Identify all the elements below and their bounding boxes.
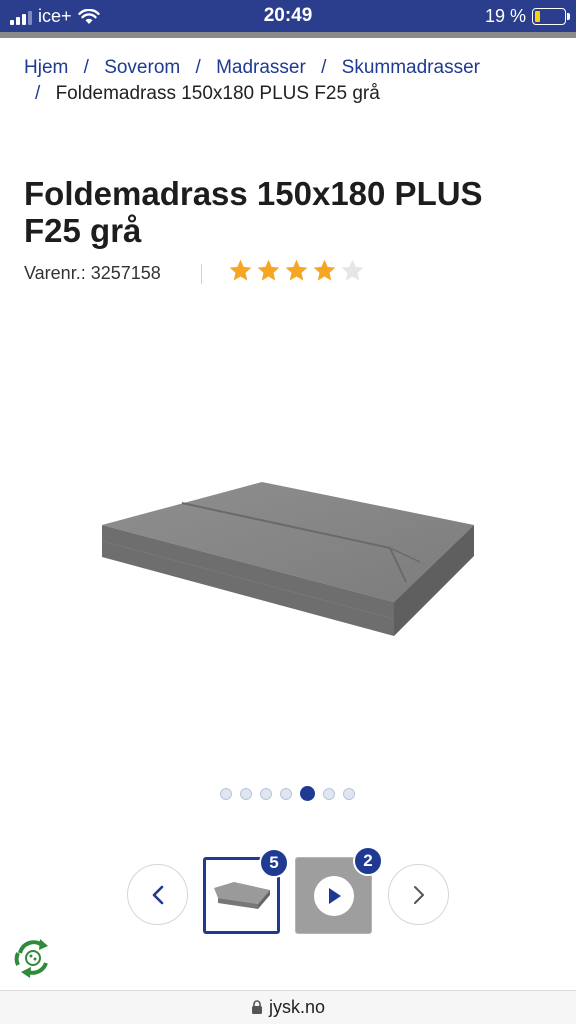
gallery-dot[interactable] bbox=[220, 787, 232, 800]
battery-icon bbox=[532, 8, 570, 25]
header-strip bbox=[0, 32, 576, 38]
status-bar: ice+ 20:49 19 % bbox=[0, 0, 576, 32]
breadcrumb-item-hjem[interactable]: Hjem bbox=[24, 57, 68, 78]
breadcrumb: Hjem / Soverom / Madrasser / Skummadrass… bbox=[24, 55, 554, 107]
star-filled-icon bbox=[229, 259, 252, 281]
image-count-badge: 5 bbox=[259, 848, 289, 878]
product-sku: Varenr.: 3257158 bbox=[24, 263, 161, 283]
url-domain: jysk.no bbox=[268, 997, 326, 1017]
star-filled-icon bbox=[313, 259, 336, 281]
gallery-prev-button[interactable] bbox=[127, 864, 188, 925]
breadcrumb-item-madrasser[interactable]: Madrasser bbox=[216, 57, 306, 78]
play-button[interactable] bbox=[314, 876, 354, 916]
gallery-dot[interactable] bbox=[280, 787, 292, 800]
product-image[interactable] bbox=[90, 470, 490, 650]
thumbnail-images[interactable]: 5 bbox=[203, 848, 289, 934]
browser-url-bar[interactable]: jysk.no bbox=[0, 990, 576, 1024]
chevron-left-icon bbox=[152, 885, 163, 904]
star-filled-icon bbox=[257, 259, 280, 281]
breadcrumb-line-2: / Foldemadrass 150x180 PLUS F25 grå bbox=[35, 81, 554, 107]
breadcrumb-separator: / bbox=[35, 83, 41, 104]
star-filled-icon bbox=[285, 259, 308, 281]
breadcrumb-current: Foldemadrass 150x180 PLUS F25 grå bbox=[55, 83, 380, 104]
breadcrumb-line-1: Hjem / Soverom / Madrasser / Skummadrass… bbox=[24, 55, 554, 81]
breadcrumb-separator: / bbox=[321, 57, 327, 78]
breadcrumb-item-soverom[interactable]: Soverom bbox=[104, 57, 180, 78]
breadcrumb-separator: / bbox=[83, 57, 89, 78]
battery-percent: 19 % bbox=[484, 6, 526, 26]
chevron-right-icon bbox=[413, 885, 424, 904]
thumbnail-video[interactable]: 2 bbox=[295, 846, 383, 934]
gallery-next-button[interactable] bbox=[388, 864, 449, 925]
gallery-dots bbox=[220, 786, 355, 801]
battery-fill bbox=[535, 11, 541, 22]
divider bbox=[201, 264, 202, 284]
play-icon bbox=[329, 888, 341, 904]
gallery-dot[interactable] bbox=[240, 787, 252, 800]
page-title: Foldemadrass 150x180 PLUS F25 grå bbox=[24, 175, 483, 249]
url-bar-content: jysk.no bbox=[0, 997, 576, 1018]
gallery-dot[interactable] bbox=[343, 787, 355, 800]
gallery-dot[interactable] bbox=[323, 787, 335, 800]
breadcrumb-item-skummadrasser[interactable]: Skummadrasser bbox=[342, 57, 480, 78]
video-count-badge: 2 bbox=[353, 846, 383, 876]
gallery-dot[interactable] bbox=[260, 787, 272, 800]
breadcrumb-separator: / bbox=[195, 57, 201, 78]
recycle-icon[interactable] bbox=[10, 935, 56, 981]
star-empty-icon bbox=[341, 259, 364, 281]
lock-icon bbox=[251, 1000, 262, 1014]
gallery-dot-active[interactable] bbox=[300, 786, 315, 801]
status-right: 19 % bbox=[484, 6, 570, 27]
rating-stars[interactable] bbox=[228, 258, 365, 283]
